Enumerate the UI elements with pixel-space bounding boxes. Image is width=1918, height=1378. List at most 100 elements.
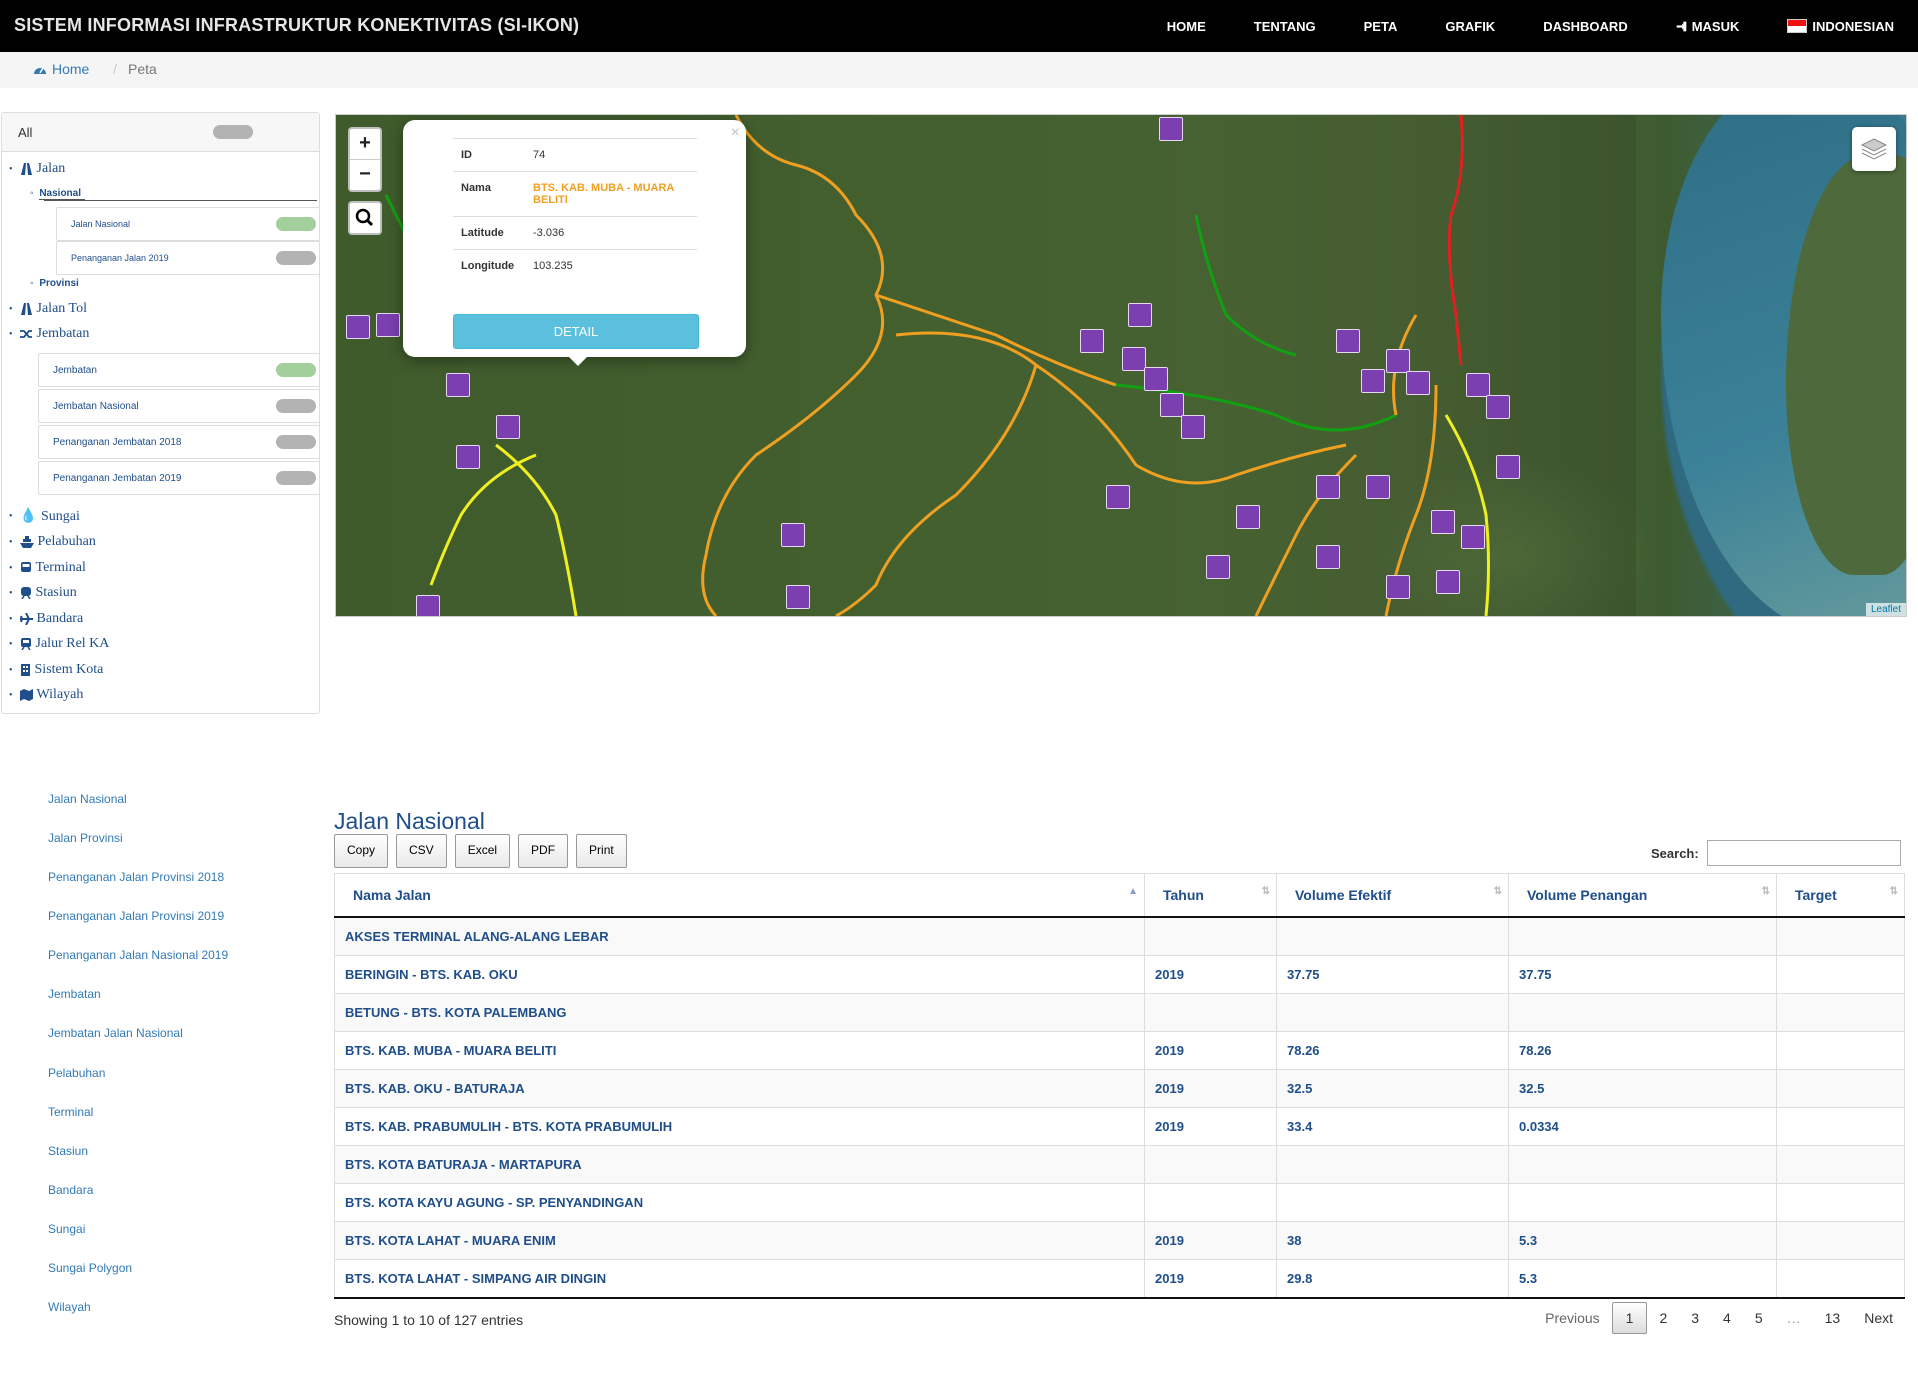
tree-item-wilayah[interactable]: • Wilayah: [9, 687, 83, 703]
col-tahun[interactable]: Tahun ⇅: [1144, 873, 1277, 918]
layer-jembatan[interactable]: Jembatan: [38, 353, 320, 387]
table-row[interactable]: BTS. KAB. PRABUMULIH - BTS. KOTA PRABUMU…: [334, 1107, 1905, 1146]
jembatan-toggle[interactable]: [276, 363, 316, 377]
page-4[interactable]: 4: [1711, 1302, 1743, 1334]
bridge-marker[interactable]: [1128, 303, 1152, 327]
bridge-marker[interactable]: [1386, 349, 1410, 373]
bridge-marker[interactable]: [1496, 455, 1520, 479]
pdf-button[interactable]: PDF: [518, 834, 569, 868]
bridge-marker[interactable]: [1431, 510, 1455, 534]
bridge-marker[interactable]: [1160, 393, 1184, 417]
bridge-marker[interactable]: [1106, 485, 1130, 509]
layer-penanganan-jalan-2019[interactable]: Penanganan Jalan 2019: [56, 241, 320, 275]
bridge-marker[interactable]: [781, 523, 805, 547]
map-view[interactable]: + − × ID 74 Nama BTS. KAB. MUBA - MUARA BE…: [335, 114, 1907, 617]
page-13[interactable]: 13: [1813, 1302, 1853, 1334]
bridge-marker[interactable]: [456, 445, 480, 469]
excel-button[interactable]: Excel: [454, 834, 511, 868]
table-search-input[interactable]: [1706, 840, 1901, 866]
link-penanganan-jalan-provinsi-2018[interactable]: Penanganan Jalan Provinsi 2018: [48, 870, 224, 884]
link-jalan-nasional[interactable]: Jalan Nasional: [48, 792, 127, 806]
bridge-marker[interactable]: [1181, 415, 1205, 439]
layer-jembatan-nasional[interactable]: Jembatan Nasional: [38, 389, 320, 423]
link-jembatan-jalan-nasional[interactable]: Jembatan Jalan Nasional: [48, 1026, 183, 1040]
bridge-marker[interactable]: [1080, 329, 1104, 353]
nav-tentang[interactable]: TENTANG: [1230, 19, 1340, 34]
col-volume-penangan[interactable]: Volume Penangan ⇅: [1508, 873, 1777, 918]
site-brand[interactable]: SISTEM INFORMASI INFRASTRUKTUR KONEKTIVI…: [14, 15, 579, 36]
link-terminal[interactable]: Terminal: [48, 1105, 93, 1119]
bridge-marker[interactable]: [1466, 373, 1490, 397]
bridge-marker[interactable]: [1206, 555, 1230, 579]
map-attribution[interactable]: Leaflet: [1865, 603, 1906, 616]
col-target[interactable]: Target ⇅: [1776, 873, 1905, 918]
col-volume-efektif[interactable]: Volume Efektif ⇅: [1276, 873, 1509, 918]
table-row[interactable]: BTS. KOTA KAYU AGUNG - SP. PENYANDINGAN: [334, 1183, 1905, 1222]
table-row[interactable]: BTS. KOTA LAHAT - SIMPANG AIR DINGIN 2019…: [334, 1259, 1905, 1299]
bridge-marker[interactable]: [346, 315, 370, 339]
page-1[interactable]: 1: [1611, 1302, 1648, 1334]
col-nama-jalan[interactable]: Nama Jalan ▲: [334, 873, 1145, 918]
link-jembatan[interactable]: Jembatan: [48, 987, 101, 1001]
bridge-marker[interactable]: [1336, 329, 1360, 353]
detail-button[interactable]: DETAIL: [453, 314, 699, 349]
table-row[interactable]: BERINGIN - BTS. KAB. OKU 2019 37.75 37.75: [334, 955, 1905, 994]
bridge-marker[interactable]: [1159, 117, 1183, 141]
layer-penanganan-jembatan-2018[interactable]: Penanganan Jembatan 2018: [38, 425, 320, 459]
bridge-marker[interactable]: [1361, 369, 1385, 393]
bridge-marker[interactable]: [1486, 395, 1510, 419]
nav-peta[interactable]: PETA: [1340, 19, 1422, 34]
copy-button[interactable]: Copy: [334, 834, 389, 868]
nav-language[interactable]: INDONESIAN: [1763, 19, 1918, 34]
nav-masuk[interactable]: MASUK: [1652, 19, 1764, 34]
layer-switcher-button[interactable]: [1852, 127, 1896, 171]
bridge-marker[interactable]: [786, 585, 810, 609]
page-3[interactable]: 3: [1679, 1302, 1711, 1334]
link-bandara[interactable]: Bandara: [48, 1183, 93, 1197]
bridge-marker[interactable]: [416, 595, 440, 616]
csv-button[interactable]: CSV: [396, 834, 447, 868]
all-layers-toggle[interactable]: [213, 125, 253, 139]
popup-close-button[interactable]: ×: [731, 124, 740, 142]
jembatan-nasional-toggle[interactable]: [276, 399, 316, 413]
layer-penanganan-jembatan-2019[interactable]: Penanganan Jembatan 2019: [38, 461, 320, 495]
tree-item-sistem-kota[interactable]: • Sistem Kota: [9, 662, 103, 678]
tree-item-sungai[interactable]: • 💧 Sungai: [9, 508, 80, 525]
bridge-marker[interactable]: [1386, 575, 1410, 599]
bridge-marker[interactable]: [376, 313, 400, 337]
nav-home[interactable]: HOME: [1143, 19, 1230, 34]
tree-item-pelabuhan[interactable]: • Pelabuhan: [9, 534, 96, 550]
penanganan-jembatan-2018-toggle[interactable]: [276, 435, 316, 449]
link-sungai-polygon[interactable]: Sungai Polygon: [48, 1261, 132, 1275]
bridge-marker[interactable]: [1461, 525, 1485, 549]
link-penanganan-jalan-nasional-2019[interactable]: Penanganan Jalan Nasional 2019: [48, 948, 228, 962]
tree-item-stasiun[interactable]: • Stasiun: [9, 585, 77, 601]
link-jalan-provinsi[interactable]: Jalan Provinsi: [48, 831, 123, 845]
bridge-marker[interactable]: [1406, 371, 1430, 395]
link-sungai[interactable]: Sungai: [48, 1222, 85, 1236]
table-row[interactable]: BTS. KAB. MUBA - MUARA BELITI 2019 78.26 78…: [334, 1031, 1905, 1070]
breadcrumb-home[interactable]: Home: [33, 61, 89, 77]
tree-item-jalur-rel[interactable]: • Jalur Rel KA: [9, 636, 109, 652]
tree-item-jalan-tol[interactable]: • Jalan Tol: [9, 301, 87, 317]
tree-item-jembatan[interactable]: • Jembatan: [9, 326, 89, 342]
bridge-marker[interactable]: [1236, 505, 1260, 529]
penanganan-jembatan-2019-toggle[interactable]: [276, 471, 316, 485]
tree-item-jalan[interactable]: • Jalan: [9, 161, 65, 177]
tree-item-provinsi[interactable]: ◦ Provinsi: [30, 278, 79, 289]
page-next[interactable]: Next: [1852, 1302, 1905, 1334]
zoom-in-button[interactable]: +: [350, 129, 380, 159]
nav-dashboard[interactable]: DASHBOARD: [1519, 19, 1652, 34]
jalan-nasional-toggle[interactable]: [276, 217, 316, 231]
penanganan-jalan-2019-toggle[interactable]: [276, 251, 316, 265]
page-2[interactable]: 2: [1647, 1302, 1679, 1334]
bridge-marker[interactable]: [1122, 347, 1146, 371]
zoom-out-button[interactable]: −: [350, 159, 380, 190]
print-button[interactable]: Print: [576, 834, 627, 868]
map-search-button[interactable]: [348, 201, 382, 235]
page-previous[interactable]: Previous: [1533, 1302, 1611, 1334]
bridge-marker[interactable]: [1366, 475, 1390, 499]
tree-item-terminal[interactable]: • Terminal: [9, 560, 86, 576]
nav-grafik[interactable]: GRAFIK: [1421, 19, 1519, 34]
link-stasiun[interactable]: Stasiun: [48, 1144, 88, 1158]
